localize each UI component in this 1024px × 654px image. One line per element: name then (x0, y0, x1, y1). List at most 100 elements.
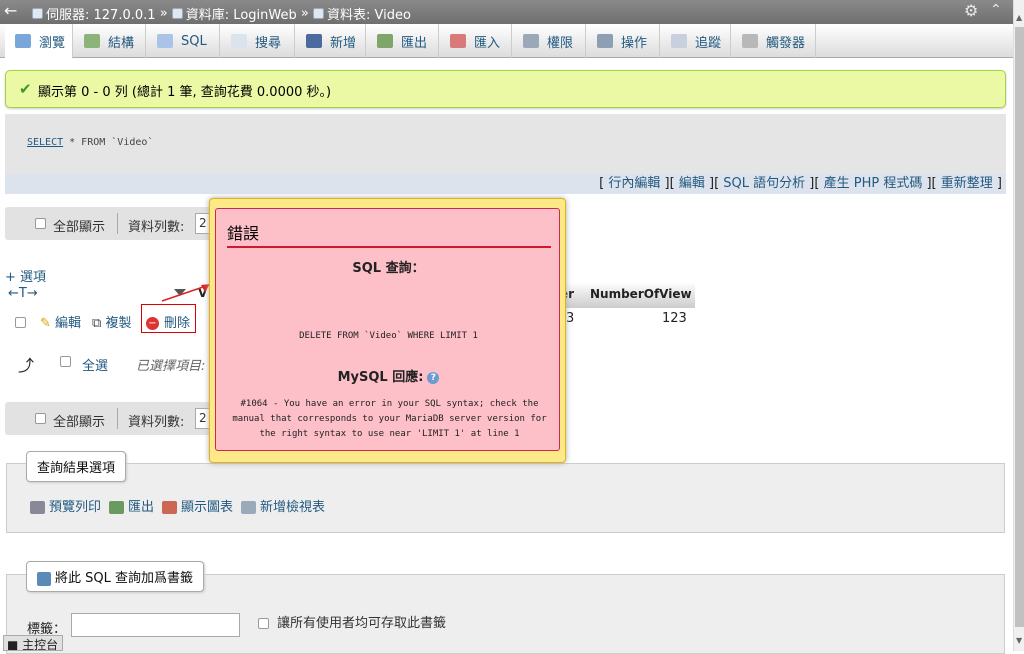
tab-label: 操作 (621, 35, 648, 51)
tab-privileges[interactable]: 權限 (513, 24, 586, 58)
bookmark-label-input[interactable] (71, 613, 240, 637)
tab-tracking[interactable]: 追蹤 (661, 24, 731, 58)
privileges-icon (523, 34, 539, 48)
options-link[interactable]: + 選項 (5, 266, 46, 285)
tab-label: 搜尋 (255, 35, 282, 51)
tab-sql[interactable]: SQL (147, 24, 220, 58)
row-copy-button[interactable]: ⧉ 複製 (92, 312, 131, 331)
import-icon (450, 34, 466, 48)
copy-icon: ⧉ (92, 316, 102, 331)
wrench-icon (597, 34, 613, 48)
arrow-up-left-icon: ⤴ (18, 356, 35, 375)
database-icon (171, 8, 183, 19)
query-results-fieldset (6, 463, 1005, 533)
tab-search[interactable]: 搜尋 (221, 24, 295, 58)
breadcrumb-server[interactable]: 伺服器: 127.0.0.1 (46, 4, 156, 23)
share-label: 讓所有使用者均可存取此書籤 (277, 616, 447, 631)
tab-bar: 瀏覽 結構 SQL 搜尋 新增 匯出 匯入 權限 操作 追蹤 觸發器 (0, 24, 1024, 59)
mysql-response-heading: MySQL 回應:? (216, 366, 561, 385)
tab-import[interactable]: 匯入 (440, 24, 512, 58)
table-cell-numberofview: 123 (662, 311, 687, 326)
bookmark-icon (37, 571, 51, 586)
bracket: [ (931, 176, 937, 191)
sql-query-rest: * FROM `Video` (63, 137, 154, 148)
tab-label: 新增 (330, 35, 357, 51)
breadcrumb-separator: » (300, 6, 309, 21)
edit-link[interactable]: 編輯 (679, 176, 705, 191)
tab-browse[interactable]: 瀏覽 (5, 24, 73, 59)
back-arrow-icon[interactable]: ← (4, 2, 17, 20)
eye-icon (671, 34, 687, 48)
scroll-down-icon[interactable]: ▼ (1016, 636, 1022, 645)
explain-sql-link[interactable]: SQL 語句分析 (723, 176, 805, 191)
failed-query-text: DELETE FROM `Video` WHERE LIMIT 1 (299, 331, 478, 341)
mysql-response-label: MySQL 回應: (337, 370, 424, 385)
bookmark-legend-text: 將此 SQL 查詢加爲書籤 (55, 571, 193, 586)
bracket: [ (599, 176, 605, 191)
bracket: [ (669, 176, 675, 191)
navigation-bar-bottom: 全部顯示 資料列數: 2 (5, 402, 226, 435)
sql-query-text: SELECT * FROM `Video` (27, 137, 153, 148)
scroll-up-icon[interactable]: ▲ (1016, 13, 1022, 22)
structure-icon (84, 34, 100, 48)
tab-operations[interactable]: 操作 (587, 24, 660, 58)
navigation-bar-top: 全部顯示 資料列數: 2 (5, 207, 226, 240)
create-view-link[interactable]: 新增檢視表 (241, 496, 325, 515)
print-view-link[interactable]: 預覽列印 (30, 496, 101, 515)
share-bookmark[interactable]: 讓所有使用者均可存取此書籤 (258, 612, 446, 631)
create-php-code-link[interactable]: 產生 PHP 程式碼 (824, 176, 923, 191)
show-all-label: 全部顯示 (53, 415, 106, 430)
console-icon: ■ (7, 638, 23, 651)
chart-label: 顯示圖表 (181, 500, 234, 515)
rows-label: 資料列數: (128, 220, 185, 235)
success-message: ✔ 顯示第 0 - 0 列 (總計 1 筆, 查詢花費 0.0000 秒。) (5, 70, 1006, 108)
export-icon (377, 34, 393, 48)
breadcrumb-separator: » (159, 6, 168, 21)
display-chart-link[interactable]: 顯示圖表 (162, 496, 233, 515)
row-edit-button[interactable]: ✎ 編輯 (40, 312, 81, 331)
print-label: 預覽列印 (49, 500, 102, 515)
select-all-label[interactable]: 全選 (82, 355, 108, 374)
edit-label: 編輯 (55, 316, 82, 331)
sql-query-box: SELECT * FROM `Video` (5, 114, 1006, 176)
refresh-link[interactable]: 重新整理 (941, 176, 993, 191)
tab-triggers[interactable]: 觸發器 (732, 24, 816, 58)
export-label: 匯出 (128, 500, 155, 515)
breadcrumb-table[interactable]: 資料表: Video (327, 4, 411, 23)
bracket: ] (996, 176, 1002, 191)
share-checkbox[interactable] (258, 618, 269, 629)
column-arrows: ←T→ (8, 286, 38, 301)
tab-label: 觸發器 (766, 35, 806, 51)
show-all-checkbox[interactable] (35, 413, 46, 424)
breadcrumb-database[interactable]: 資料庫: LoginWeb (186, 4, 297, 23)
sql-query-label: SQL 查詢： (352, 261, 425, 276)
tab-export[interactable]: 匯出 (367, 24, 439, 58)
select-all-checkbox[interactable] (60, 356, 71, 367)
export-link[interactable]: 匯出 (109, 496, 154, 515)
insert-icon (306, 34, 322, 48)
view-label: 新增檢視表 (260, 500, 326, 515)
tab-insert[interactable]: 新增 (296, 24, 366, 58)
search-icon (231, 34, 247, 48)
tab-label: 結構 (108, 35, 135, 51)
tab-label: 追蹤 (695, 35, 722, 51)
show-all-checkbox[interactable] (35, 218, 46, 229)
success-text: 顯示第 0 - 0 列 (總計 1 筆, 查詢花費 0.0000 秒。) (38, 85, 332, 100)
table-cell: 3 (566, 311, 575, 326)
inline-edit-link[interactable]: 行內編輯 (608, 176, 660, 191)
server-icon (32, 8, 43, 19)
bookmark-legend: 將此 SQL 查詢加爲書籤 (26, 561, 204, 592)
column-header-numberofview[interactable]: NumberOfView (585, 282, 695, 308)
collapse-icon[interactable]: ⌃ (990, 2, 1002, 18)
sql-keyword-link[interactable]: SELECT (27, 137, 63, 148)
scrollbar-thumb[interactable] (1015, 27, 1024, 627)
console-toggle[interactable]: ■ 主控台 (3, 635, 63, 651)
scrollbar[interactable]: ▲ ▼ (1013, 0, 1024, 651)
browse-icon (15, 34, 31, 48)
tab-structure[interactable]: 結構 (74, 24, 146, 58)
settings-gear-icon[interactable]: ⚙ (964, 1, 978, 20)
copy-label: 複製 (105, 316, 132, 331)
help-icon[interactable]: ? (427, 371, 440, 384)
tab-label: 權限 (547, 35, 574, 51)
row-checkbox[interactable] (15, 317, 26, 328)
